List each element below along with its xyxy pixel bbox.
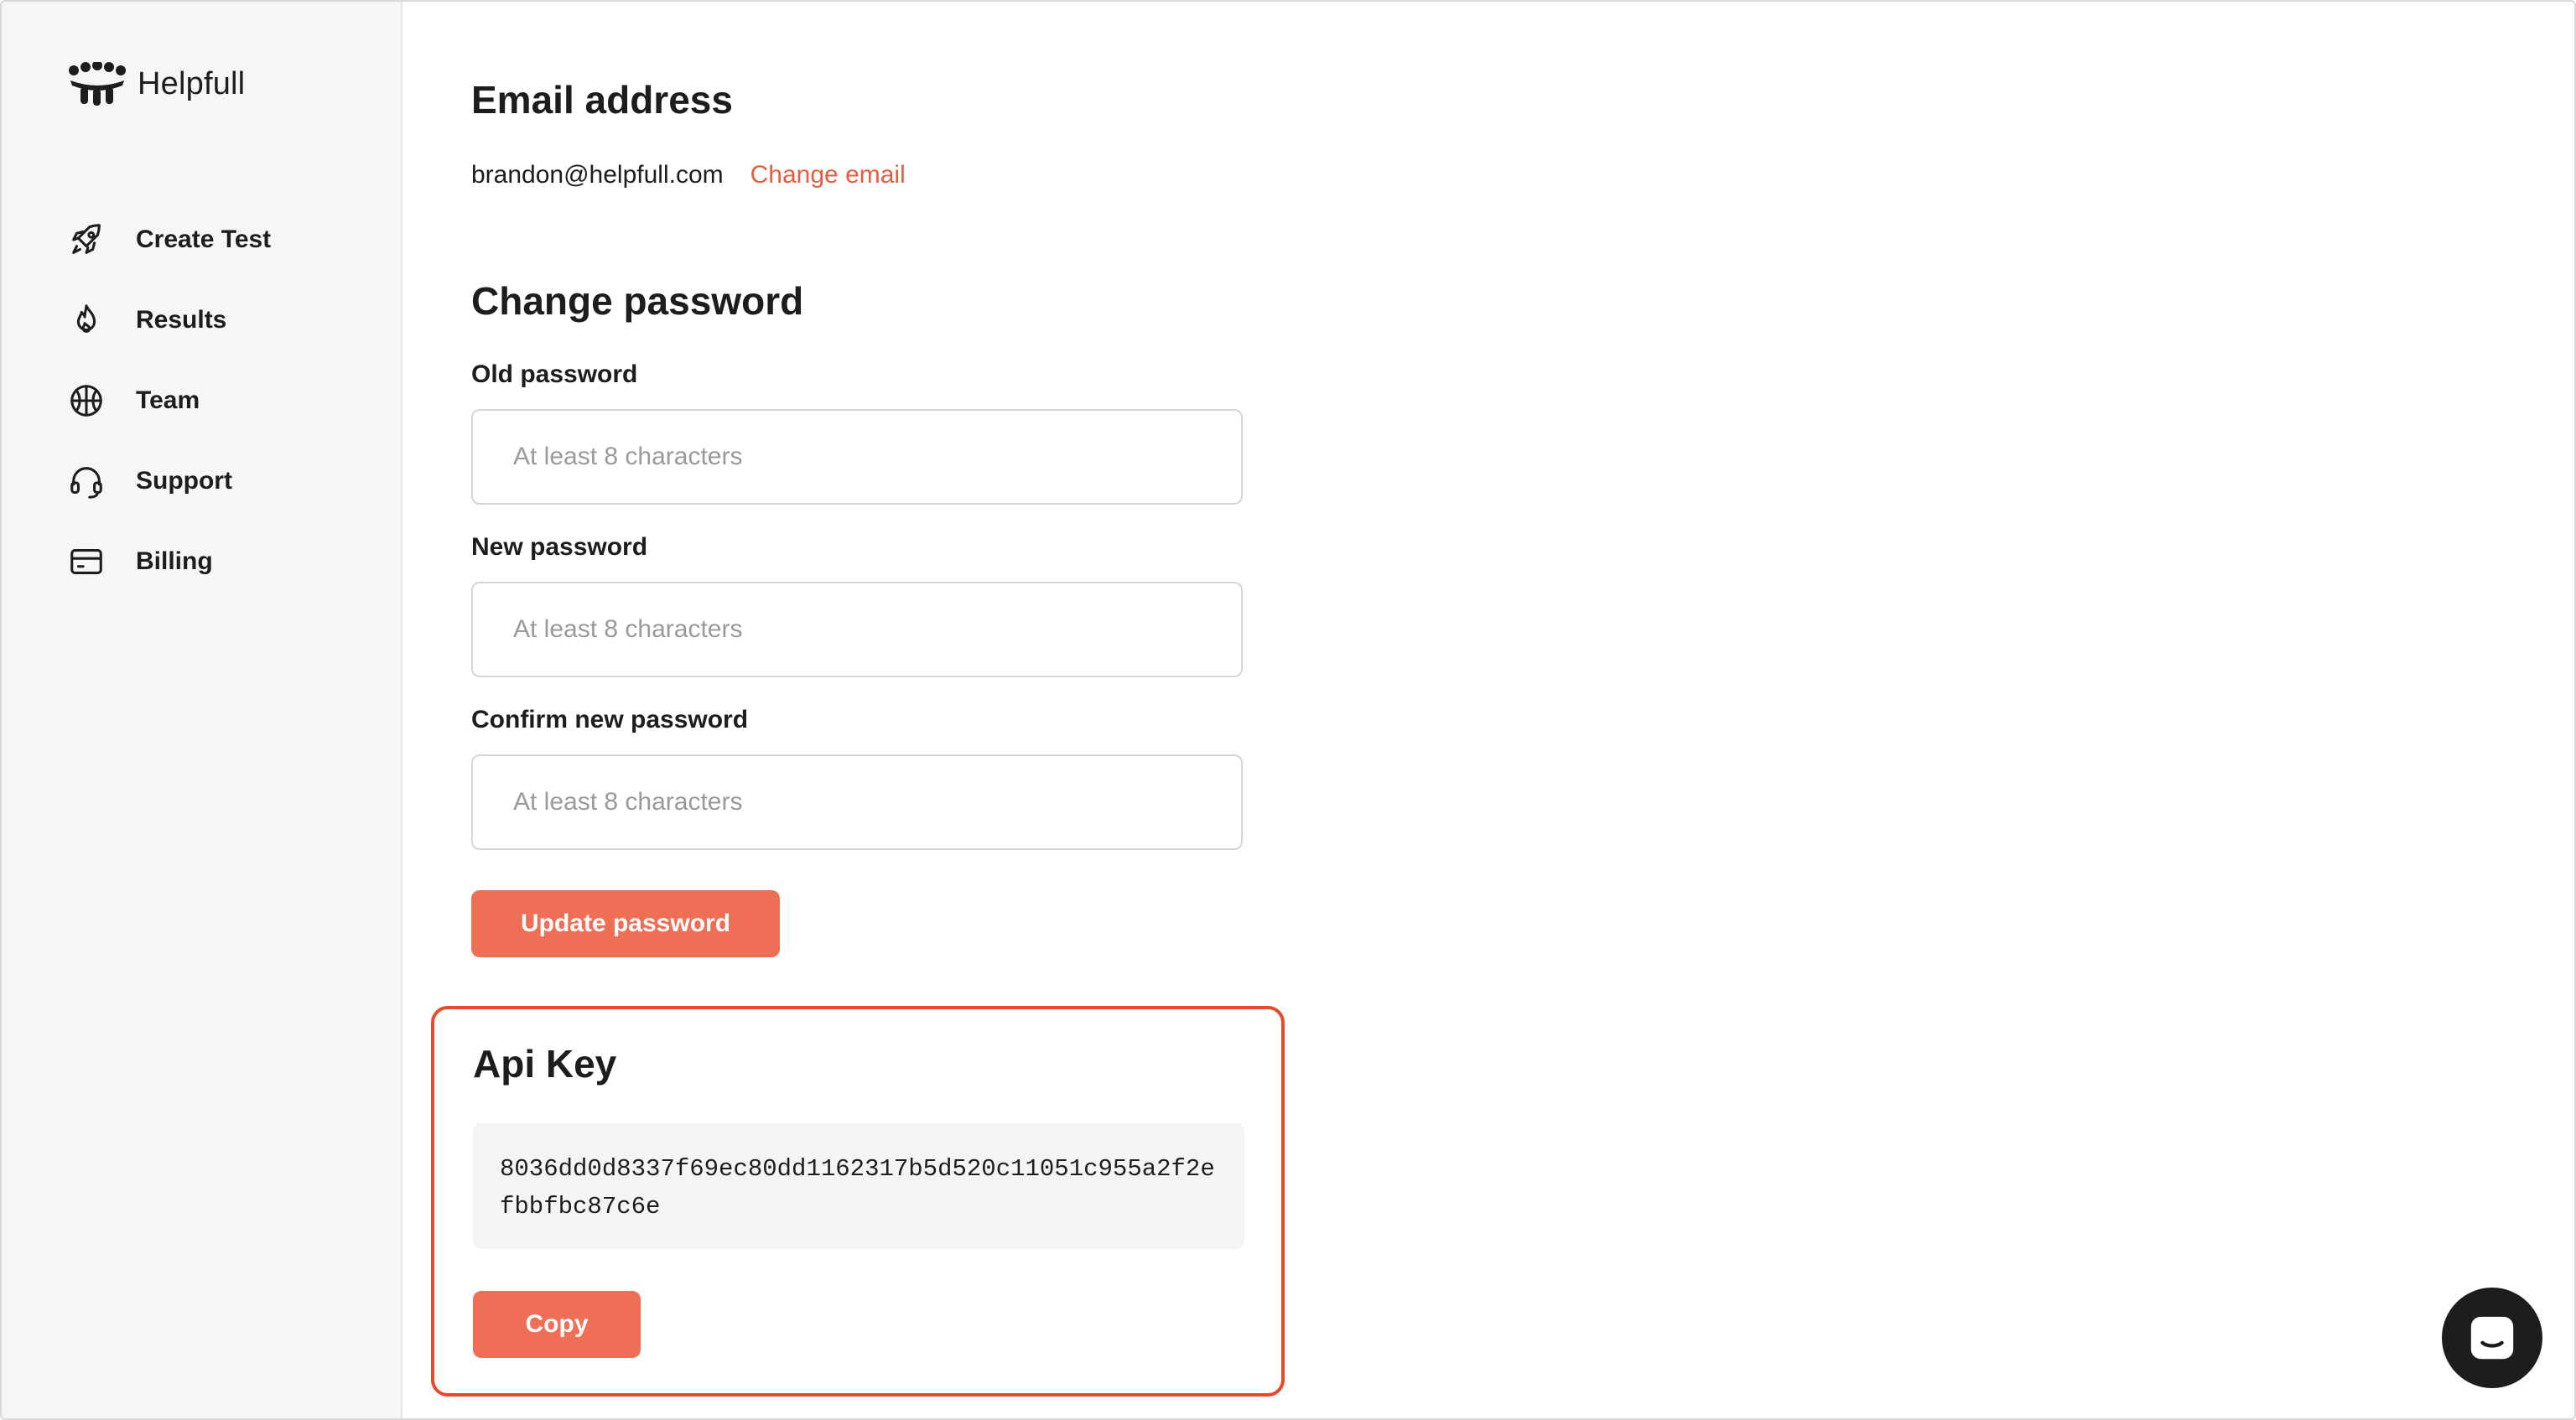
old-password-field[interactable] (471, 409, 1243, 505)
confirm-password-field[interactable] (471, 754, 1243, 850)
brand-logo[interactable]: Helpfull (67, 62, 245, 106)
app-window: Helpfull Create Test Results Team Suppor… (0, 0, 2576, 1420)
api-key-section: Api Key 8036dd0d8337f69ec80dd1162317b5d5… (431, 1006, 1285, 1397)
chat-icon (2470, 1316, 2514, 1360)
flame-icon (76, 304, 96, 333)
confirm-password-label: Confirm new password (471, 706, 749, 733)
old-password-label: Old password (471, 360, 638, 388)
sidebar-item-results[interactable]: Results (67, 280, 271, 360)
helpfull-logo-icon (69, 62, 126, 106)
new-password-field[interactable] (471, 582, 1243, 677)
update-password-button[interactable]: Update password (471, 890, 780, 957)
sidebar-item-label: Results (136, 306, 227, 334)
headset-icon (70, 467, 102, 499)
email-row: brandon@helpfull.com Change email (471, 161, 906, 189)
brand-name: Helpfull (138, 65, 246, 101)
chat-launcher-button[interactable] (2442, 1288, 2542, 1388)
sidebar-item-label: Billing (136, 547, 213, 575)
rocket-icon (72, 224, 101, 254)
sidebar-item-label: Team (136, 386, 200, 414)
sidebar-item-label: Support (136, 467, 232, 495)
email-value: brandon@helpfull.com (471, 161, 724, 189)
sidebar-item-billing[interactable]: Billing (67, 521, 271, 602)
sidebar-item-label: Create Test (136, 225, 272, 253)
api-key-heading: Api Key (473, 1042, 617, 1086)
credit-card-icon (70, 549, 102, 574)
sidebar-item-team[interactable]: Team (67, 360, 271, 441)
sidebar-item-support[interactable]: Support (67, 441, 271, 521)
sidebar: Helpfull Create Test Results Team Suppor… (2, 2, 402, 1418)
api-key-value[interactable]: 8036dd0d8337f69ec80dd1162317b5d520c11051… (473, 1123, 1244, 1249)
change-password-heading: Change password (471, 279, 804, 323)
new-password-label: New password (471, 533, 648, 561)
change-email-link[interactable]: Change email (750, 161, 906, 189)
email-heading: Email address (471, 78, 733, 122)
copy-api-key-button[interactable]: Copy (473, 1291, 641, 1358)
sidebar-item-create-test[interactable]: Create Test (67, 200, 271, 280)
sidebar-nav: Create Test Results Team Support Billing (67, 200, 271, 602)
basketball-icon (70, 385, 102, 417)
